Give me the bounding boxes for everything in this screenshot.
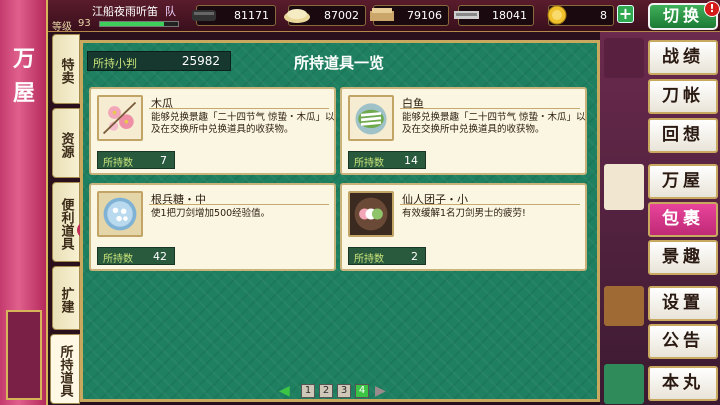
resource-whetstone: 87002 <box>284 5 366 26</box>
koban-display: 所持小判 25982 <box>87 51 231 71</box>
item-description: 能够兑换景趣「二十四节气 惊蛰・木瓜」以及在交换所中兑换道具的收获物。 <box>402 112 586 135</box>
tab-special-sale[interactable]: 特卖 <box>52 34 80 104</box>
player-name: 江船夜雨听笛 <box>92 5 158 18</box>
resource-cold-steel: 18041 <box>454 5 534 26</box>
item-description: 使1把刀剑增加500经验值。 <box>151 208 271 219</box>
count-label: 所持数 <box>354 158 384 169</box>
tab-convenience-items[interactable]: 便利道具 <box>52 182 80 262</box>
count-value: 2 <box>411 250 418 263</box>
resource-value: 87002 <box>324 9 359 22</box>
pagination: ◀ 1 2 3 4 ▶ <box>279 381 409 401</box>
shop-banner: 万屋 <box>0 0 48 405</box>
dango-icon <box>348 191 394 237</box>
divider <box>149 108 329 109</box>
divider <box>400 108 580 109</box>
resource-value: 18041 <box>492 9 527 22</box>
shop-title: 万屋 <box>12 46 35 106</box>
tab-resources[interactable]: 资源 <box>52 108 80 178</box>
add-coin-button[interactable]: + <box>617 5 634 23</box>
resource-value: 79106 <box>407 9 442 22</box>
panel-title: 所持道具一览 <box>293 54 384 72</box>
resource-gold-coin: 8 <box>547 5 614 26</box>
page-button[interactable]: 3 <box>337 384 351 398</box>
category-tabs: 特卖 资源 便利道具 扩建 所持道具 <box>50 34 80 405</box>
menu-shop[interactable]: 万屋 <box>648 164 718 199</box>
top-bar: 江船夜雨听笛 队 等级 93 81171 87002 79106 18041 8… <box>0 0 720 33</box>
shop-curtain-icon <box>604 164 644 210</box>
item-description: 能够兑换景趣「二十四节气 惊蛰・木瓜」以及在交换所中兑换道具的收获物。 <box>151 112 335 135</box>
item-card[interactable]: 仙人团子・小 有效缓解1名刀剑男士的疲劳! 所持数 2 <box>340 183 587 271</box>
jade-steel-icon <box>370 8 394 21</box>
alert-icon: ! <box>704 1 720 17</box>
level-value: 93 <box>78 18 91 29</box>
switch-label: 切换 <box>662 6 703 25</box>
menu-settings[interactable]: 设置 <box>648 286 718 321</box>
last-page-icon: ▶ <box>375 383 386 399</box>
count-value: 14 <box>404 154 418 167</box>
banner-decoration <box>6 310 42 400</box>
koban-label: 所持小判 <box>93 57 137 70</box>
exp-fill <box>100 22 164 26</box>
count-value: 42 <box>153 250 167 263</box>
tab-expansion[interactable]: 扩建 <box>52 266 80 330</box>
count-label: 所持数 <box>103 158 133 169</box>
cold-steel-icon <box>454 11 479 19</box>
koban-value: 25982 <box>181 54 220 68</box>
quince-flower-icon <box>97 95 143 141</box>
page-button[interactable]: 1 <box>301 384 315 398</box>
resource-jade-steel: 79106 <box>370 5 449 26</box>
switch-button[interactable]: 切换 ! <box>648 1 720 30</box>
item-card[interactable]: 白鱼 能够兑换景趣「二十四节气 惊蛰・木瓜」以及在交换所中兑换道具的收获物。 所… <box>340 87 587 175</box>
item-card[interactable]: 根兵糖・中 使1把刀剑增加500经验值。 所持数 42 <box>89 183 336 271</box>
menu-announcements[interactable]: 公告 <box>648 324 718 359</box>
castle-icon <box>604 364 644 404</box>
menu-citadel[interactable]: 本丸 <box>648 366 718 401</box>
menu-scenery[interactable]: 景趣 <box>648 240 718 275</box>
exp-bar <box>99 21 179 27</box>
owned-items-panel: 所持小判 25982 所持道具一览 木瓜 能够兑换景趣「二十四节气 惊蛰・木瓜」… <box>80 40 600 402</box>
gold-coin-icon <box>547 5 567 25</box>
count-value: 7 <box>160 154 167 167</box>
tab-owned-items[interactable]: 所持道具 <box>50 334 80 404</box>
menu-inventory[interactable]: 包裹 <box>648 202 718 237</box>
resource-charcoal: 81171 <box>192 5 276 26</box>
white-fish-icon <box>348 95 394 141</box>
item-count: 所持数 42 <box>97 247 175 265</box>
divider <box>149 204 329 205</box>
item-count: 所持数 14 <box>348 151 426 169</box>
whetstone-icon <box>284 9 310 23</box>
player-info[interactable]: 江船夜雨听笛 队 等级 93 <box>52 1 187 33</box>
records-deco-icon <box>604 38 644 78</box>
menu-sword-book[interactable]: 刀帐 <box>648 79 718 114</box>
resource-value: 81171 <box>234 9 269 22</box>
item-count: 所持数 2 <box>348 247 426 265</box>
count-label: 所持数 <box>354 254 384 265</box>
divider <box>400 204 580 205</box>
item-count: 所持数 7 <box>97 151 175 169</box>
team-label: 队 <box>165 5 176 18</box>
charcoal-icon <box>192 10 216 21</box>
menu-battle-record[interactable]: 战绩 <box>648 40 718 75</box>
level-label: 等级 <box>52 22 72 33</box>
signboard-icon <box>604 286 644 326</box>
item-description: 有效缓解1名刀剑男士的疲劳! <box>402 208 526 219</box>
konpeito-icon <box>97 191 143 237</box>
page-button[interactable]: 2 <box>319 384 333 398</box>
count-label: 所持数 <box>103 254 133 265</box>
item-card[interactable]: 木瓜 能够兑换景趣「二十四节气 惊蛰・木瓜」以及在交换所中兑换道具的收获物。 所… <box>89 87 336 175</box>
page-button-current[interactable]: 4 <box>355 384 369 398</box>
first-page-icon[interactable]: ◀ <box>279 382 290 400</box>
resource-value: 8 <box>600 9 607 22</box>
menu-recollection[interactable]: 回想 <box>648 118 718 153</box>
